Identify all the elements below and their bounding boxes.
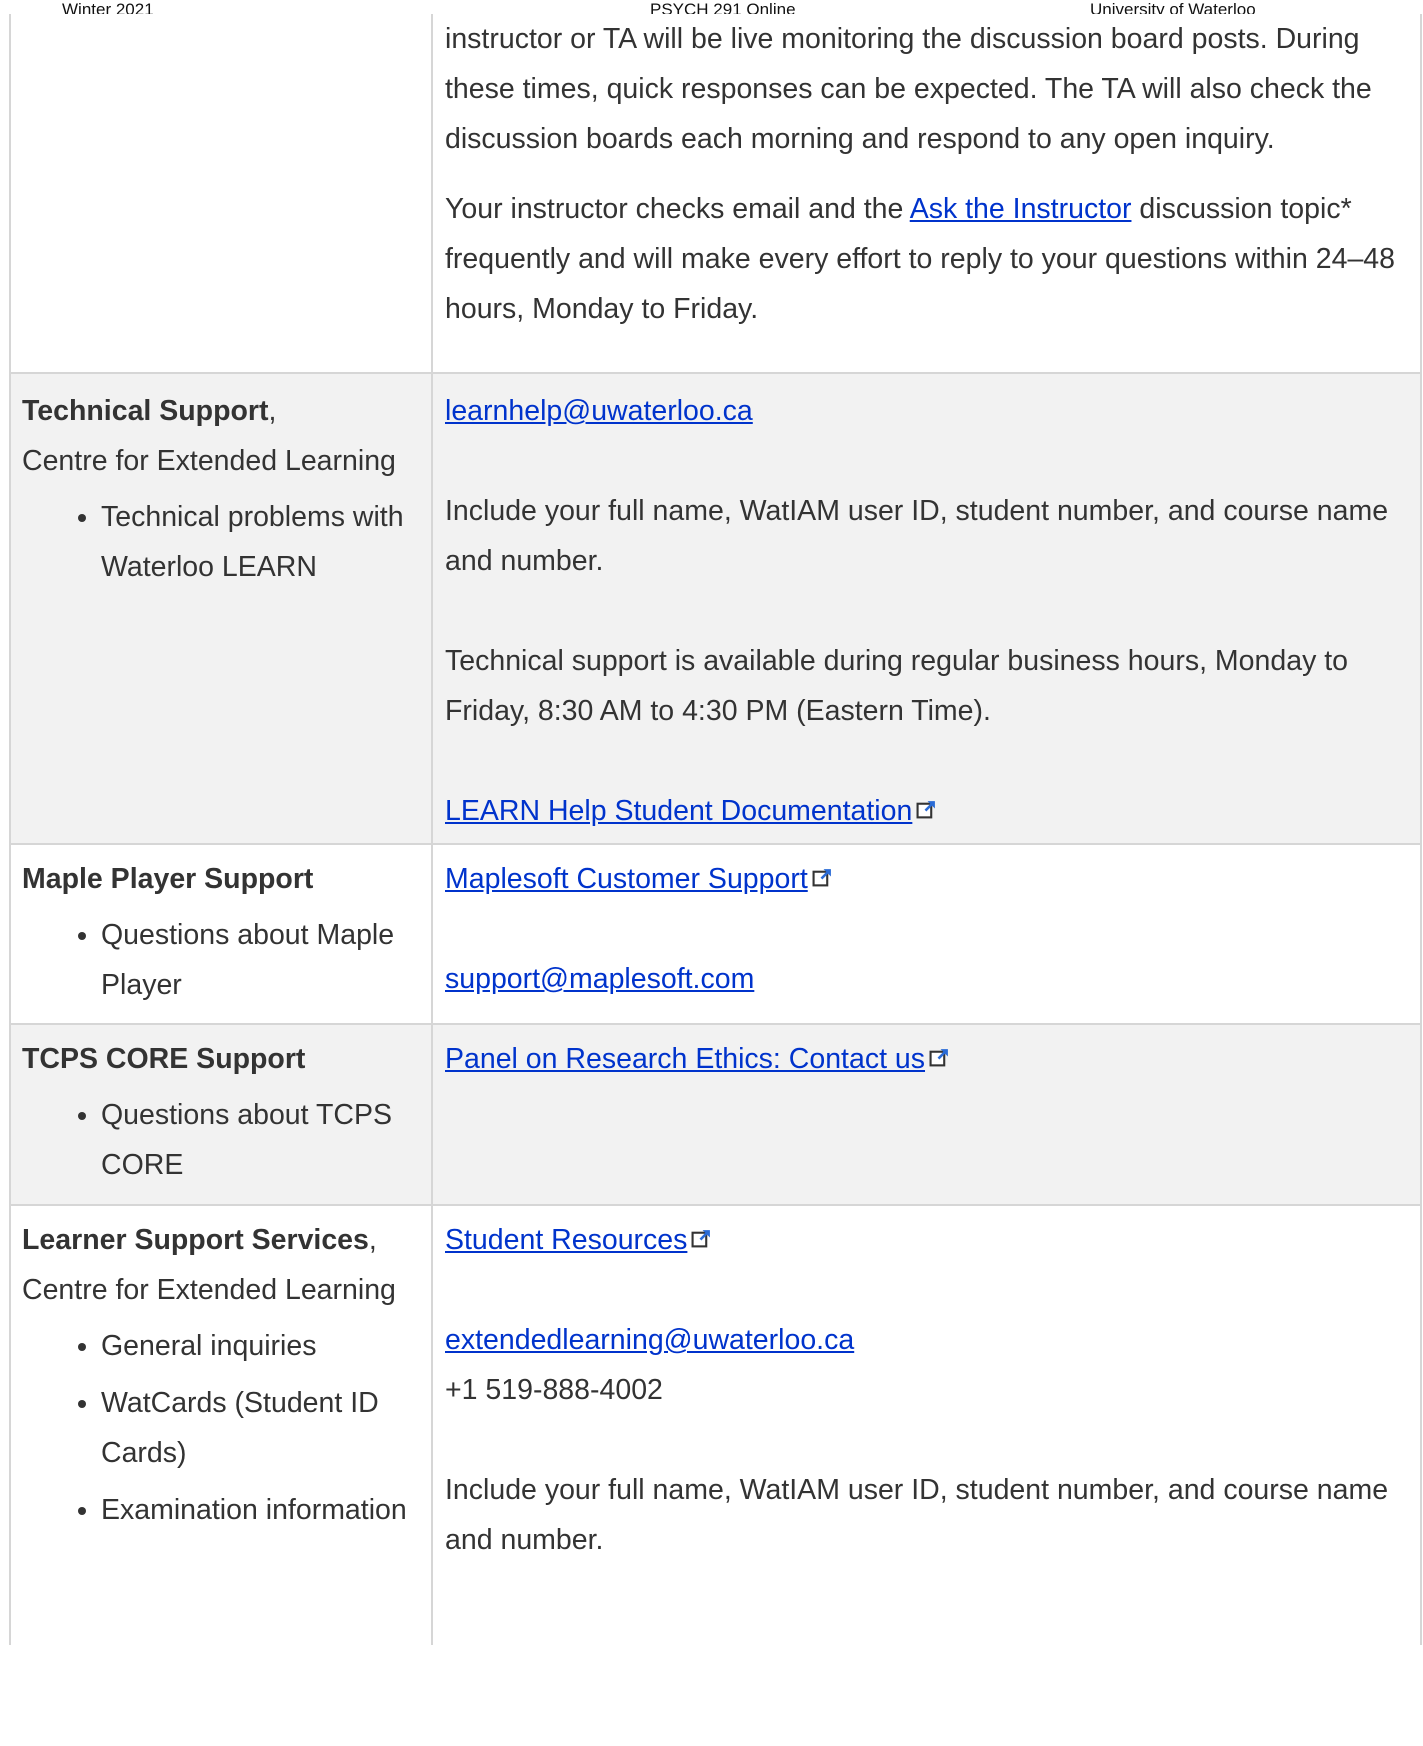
learner-support-heading: Learner Support Services, bbox=[22, 1215, 425, 1265]
tcps-support-label-cell: TCPS CORE Support Questions about TCPS C… bbox=[9, 1023, 433, 1206]
learnhelp-email-link[interactable]: learnhelp@uwaterloo.ca bbox=[445, 395, 753, 427]
technical-support-title: Technical Support bbox=[22, 395, 269, 427]
tcps-support-info-cell: Panel on Research Ethics: Contact us bbox=[431, 1023, 1422, 1206]
learner-support-info-cell: Student Resources extendedlearning@uwate… bbox=[431, 1204, 1422, 1645]
technical-hours-text: Technical support is available during re… bbox=[445, 645, 1349, 727]
technical-support-row: Technical Support, Centre for Extended L… bbox=[9, 372, 1422, 845]
tcps-support-title: TCPS CORE Support bbox=[22, 1034, 425, 1084]
maple-support-info-cell: Maplesoft Customer Support support@maple… bbox=[431, 843, 1422, 1025]
maple-support-title: Maple Player Support bbox=[22, 854, 425, 904]
technical-support-info-cell: learnhelp@uwaterloo.ca Include your full… bbox=[431, 372, 1422, 845]
panel-on-research-ethics-link[interactable]: Panel on Research Ethics: Contact us bbox=[445, 1043, 925, 1075]
instructor-email-text: Your instructor checks email and the Ask… bbox=[445, 184, 1410, 334]
technical-include-note: Include your full name, WatIAM user ID, … bbox=[445, 495, 1389, 577]
title-comma: , bbox=[268, 395, 277, 427]
learn-help-documentation-link[interactable]: LEARN Help Student Documentation bbox=[445, 795, 912, 827]
list-item: Technical problems with Waterloo LEARN bbox=[101, 492, 425, 592]
tcps-support-row: TCPS CORE Support Questions about TCPS C… bbox=[9, 1023, 1422, 1206]
technical-support-heading: Technical Support, bbox=[22, 386, 425, 436]
instructor-email-text-before: Your instructor checks email and the bbox=[445, 193, 910, 225]
learner-support-row: Learner Support Services, Centre for Ext… bbox=[9, 1204, 1422, 1645]
ask-the-instructor-link[interactable]: Ask the Instructor bbox=[910, 193, 1132, 225]
student-resources-link[interactable]: Student Resources bbox=[445, 1224, 687, 1256]
learner-support-subtitle: Centre for Extended Learning bbox=[22, 1274, 396, 1306]
learner-support-label-cell: Learner Support Services, Centre for Ext… bbox=[9, 1204, 433, 1645]
list-item: Questions about Maple Player bbox=[101, 910, 425, 1010]
tcps-support-title-text: TCPS CORE Support bbox=[22, 1043, 306, 1075]
support-contacts-table: instructor or TA will be live monitoring… bbox=[9, 14, 1422, 1645]
learner-support-topics: General inquiries WatCards (Student ID C… bbox=[22, 1321, 425, 1535]
instructor-label-cell bbox=[9, 14, 433, 374]
external-link-icon bbox=[929, 1049, 948, 1067]
list-item: General inquiries bbox=[101, 1321, 425, 1371]
learner-support-title: Learner Support Services bbox=[22, 1224, 369, 1256]
maplesoft-customer-support-link[interactable]: Maplesoft Customer Support bbox=[445, 863, 808, 895]
technical-support-topics: Technical problems with Waterloo LEARN bbox=[22, 492, 425, 592]
learner-include-note: Include your full name, WatIAM user ID, … bbox=[445, 1474, 1389, 1556]
maple-support-row: Maple Player Support Questions about Map… bbox=[9, 843, 1422, 1025]
external-link-icon bbox=[812, 869, 831, 887]
maplesoft-support-email-link[interactable]: support@maplesoft.com bbox=[445, 963, 754, 995]
maple-support-label-cell: Maple Player Support Questions about Map… bbox=[9, 843, 433, 1025]
instructor-info-cell: instructor or TA will be live monitoring… bbox=[431, 14, 1422, 374]
instructor-monitoring-text: instructor or TA will be live monitoring… bbox=[445, 23, 1372, 155]
technical-support-label-cell: Technical Support, Centre for Extended L… bbox=[9, 372, 433, 845]
external-link-icon bbox=[691, 1230, 711, 1248]
learner-support-phone: +1 519-888-4002 bbox=[445, 1374, 663, 1406]
maple-support-title-text: Maple Player Support bbox=[22, 863, 314, 895]
title-comma: , bbox=[368, 1224, 377, 1256]
instructor-row: instructor or TA will be live monitoring… bbox=[9, 14, 1422, 374]
tcps-support-topics: Questions about TCPS CORE bbox=[22, 1090, 425, 1190]
list-item: Questions about TCPS CORE bbox=[101, 1090, 425, 1190]
list-item: Examination information bbox=[101, 1485, 425, 1535]
extendedlearning-email-link[interactable]: extendedlearning@uwaterloo.ca bbox=[445, 1324, 854, 1356]
maple-support-topics: Questions about Maple Player bbox=[22, 910, 425, 1010]
external-link-icon bbox=[916, 801, 936, 819]
technical-support-subtitle: Centre for Extended Learning bbox=[22, 445, 396, 477]
list-item: WatCards (Student ID Cards) bbox=[101, 1378, 425, 1478]
